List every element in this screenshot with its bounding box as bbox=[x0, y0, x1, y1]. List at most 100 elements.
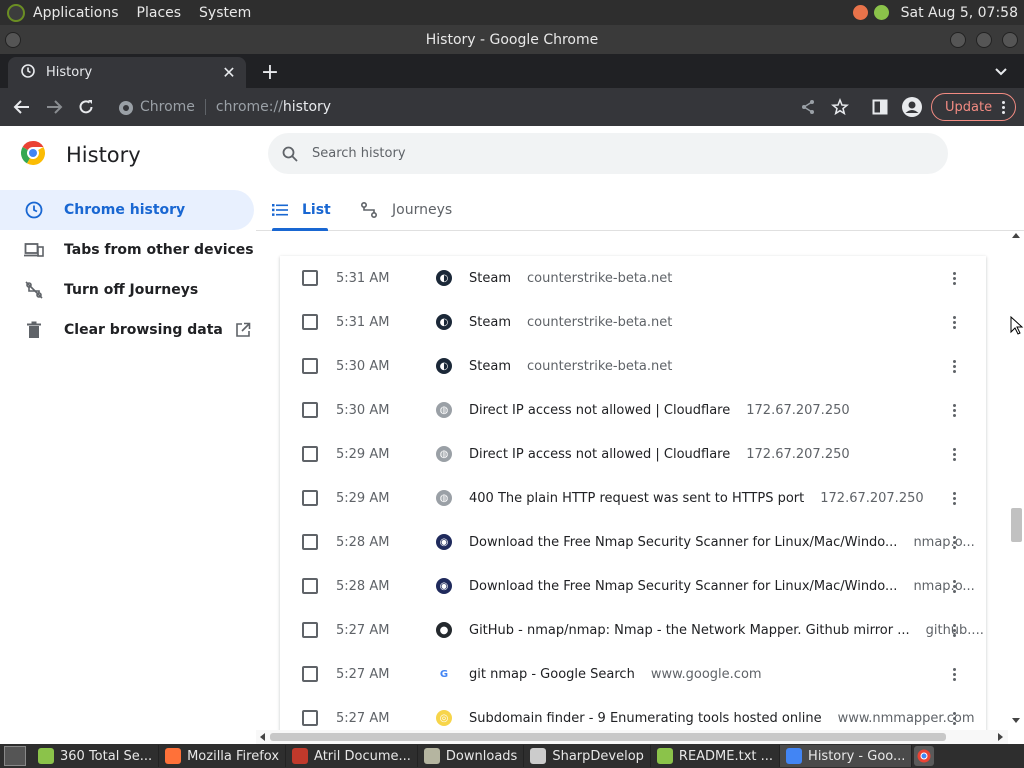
more-actions-icon[interactable] bbox=[944, 532, 964, 552]
more-actions-icon[interactable] bbox=[944, 708, 964, 728]
entry-title[interactable]: Subdomain finder - 9 Enumerating tools h… bbox=[469, 711, 822, 726]
chrome-tray-icon[interactable] bbox=[914, 746, 935, 766]
entry-title[interactable]: Steam bbox=[469, 315, 511, 330]
entry-checkbox[interactable] bbox=[302, 666, 318, 682]
entry-checkbox[interactable] bbox=[302, 622, 318, 638]
entry-checkbox[interactable] bbox=[302, 402, 318, 418]
more-actions-icon[interactable] bbox=[944, 488, 964, 508]
task-atril[interactable]: Atril Docume... bbox=[286, 745, 418, 767]
scroll-right-arrow-icon[interactable] bbox=[998, 733, 1003, 741]
more-actions-icon[interactable] bbox=[944, 268, 964, 288]
task-firefox[interactable]: Mozilla Firefox bbox=[159, 745, 287, 767]
task-360-total-security[interactable]: 360 Total Se... bbox=[32, 745, 160, 767]
entry-title-link[interactable]: Subdomain finder - 9 Enumerating tools h… bbox=[469, 711, 974, 726]
entry-title-link[interactable]: Download the Free Nmap Security Scanner … bbox=[469, 535, 975, 550]
history-entry-row[interactable]: 5:31 AM ◐ Steam counterstrike-beta.net bbox=[280, 300, 986, 344]
entry-checkbox[interactable] bbox=[302, 314, 318, 330]
update-button[interactable]: Update bbox=[931, 93, 1016, 121]
entry-title-link[interactable]: git nmap - Google Search www.google.com bbox=[469, 667, 762, 682]
back-arrow-icon[interactable] bbox=[10, 96, 34, 118]
entry-title-link[interactable]: Download the Free Nmap Security Scanner … bbox=[469, 579, 975, 594]
entry-title[interactable]: git nmap - Google Search bbox=[469, 667, 635, 682]
vertical-scrollbar[interactable] bbox=[1008, 231, 1024, 731]
entry-title-link[interactable]: Steam counterstrike-beta.net bbox=[469, 315, 672, 330]
entry-checkbox[interactable] bbox=[302, 490, 318, 506]
more-actions-icon[interactable] bbox=[944, 312, 964, 332]
entry-title[interactable]: Steam bbox=[469, 271, 511, 286]
window-titlebar[interactable]: History - Google Chrome bbox=[0, 25, 1024, 54]
clock[interactable]: Sat Aug 5, 07:58 bbox=[901, 5, 1018, 21]
history-entry-row[interactable]: 5:31 AM ◐ Steam counterstrike-beta.net bbox=[280, 256, 986, 300]
more-actions-icon[interactable] bbox=[944, 444, 964, 464]
browser-tab-history[interactable]: History ✕ bbox=[8, 57, 246, 88]
history-entry-row[interactable]: 5:30 AM ◍ Direct IP access not allowed | C… bbox=[280, 388, 986, 432]
tab-list[interactable]: List bbox=[272, 190, 331, 231]
more-actions-icon[interactable] bbox=[944, 620, 964, 640]
window-menu-button[interactable] bbox=[5, 32, 21, 48]
entry-checkbox[interactable] bbox=[302, 270, 318, 286]
history-entry-row[interactable]: 5:28 AM ◉ Download the Free Nmap Security … bbox=[280, 520, 986, 564]
entry-title-link[interactable]: Steam counterstrike-beta.net bbox=[469, 359, 672, 374]
search-history-field[interactable]: Search history bbox=[268, 133, 948, 174]
new-tab-icon[interactable]: + bbox=[258, 60, 282, 85]
forward-arrow-icon[interactable] bbox=[42, 96, 66, 118]
menu-system[interactable]: System bbox=[199, 5, 251, 21]
history-entry-row[interactable]: 5:29 AM ◍ Direct IP access not allowed | C… bbox=[280, 432, 986, 476]
more-actions-icon[interactable] bbox=[944, 576, 964, 596]
task-sharpdevelop[interactable]: SharpDevelop bbox=[524, 745, 651, 767]
minimize-button[interactable] bbox=[950, 32, 966, 48]
task-readme[interactable]: README.txt ... bbox=[651, 745, 781, 767]
side-panel-icon[interactable] bbox=[870, 97, 890, 117]
menu-places[interactable]: Places bbox=[137, 5, 182, 21]
search-input[interactable]: Search history bbox=[312, 146, 406, 161]
maximize-button[interactable] bbox=[976, 32, 992, 48]
more-actions-icon[interactable] bbox=[944, 400, 964, 420]
tray-security-icon[interactable] bbox=[873, 5, 889, 20]
entry-title[interactable]: Direct IP access not allowed | Cloudflar… bbox=[469, 447, 730, 462]
sidebar-item-clear-browsing-data[interactable]: Clear browsing data bbox=[0, 310, 256, 350]
tab-close-icon[interactable]: ✕ bbox=[220, 63, 238, 82]
url-text[interactable]: chrome://history bbox=[216, 99, 331, 115]
distro-logo-icon[interactable] bbox=[7, 3, 25, 22]
history-entry-row[interactable]: 5:27 AM ● GitHub - nmap/nmap: Nmap - the N… bbox=[280, 608, 986, 652]
scroll-down-arrow-icon[interactable] bbox=[1012, 718, 1020, 723]
tab-search-chevron-icon[interactable] bbox=[992, 62, 1010, 80]
entry-title-link[interactable]: Direct IP access not allowed | Cloudflar… bbox=[469, 403, 850, 418]
show-desktop-icon[interactable] bbox=[4, 746, 26, 766]
vertical-scroll-thumb[interactable] bbox=[1011, 508, 1022, 542]
entry-checkbox[interactable] bbox=[302, 578, 318, 594]
history-entry-row[interactable]: 5:29 AM ◍ 400 The plain HTTP request was s… bbox=[280, 476, 986, 520]
entry-checkbox[interactable] bbox=[302, 534, 318, 550]
entry-title[interactable]: Download the Free Nmap Security Scanner … bbox=[469, 579, 897, 594]
menu-applications[interactable]: Applications bbox=[33, 5, 119, 21]
close-window-button[interactable] bbox=[1002, 32, 1018, 48]
horizontal-scroll-thumb[interactable] bbox=[270, 733, 946, 741]
sidebar-item-chrome-history[interactable]: Chrome history bbox=[0, 190, 254, 230]
entry-checkbox[interactable] bbox=[302, 710, 318, 726]
entry-title[interactable]: 400 The plain HTTP request was sent to H… bbox=[469, 491, 804, 506]
chrome-site-icon[interactable] bbox=[118, 100, 134, 120]
sidebar-item-other-devices[interactable]: Tabs from other devices bbox=[0, 230, 256, 270]
entry-title[interactable]: Direct IP access not allowed | Cloudflar… bbox=[469, 403, 730, 418]
more-actions-icon[interactable] bbox=[944, 356, 964, 376]
entry-title[interactable]: Steam bbox=[469, 359, 511, 374]
entry-checkbox[interactable] bbox=[302, 358, 318, 374]
entry-title[interactable]: GitHub - nmap/nmap: Nmap - the Network M… bbox=[469, 623, 910, 638]
tab-journeys[interactable]: Journeys bbox=[360, 190, 452, 230]
bookmark-star-icon[interactable] bbox=[830, 97, 850, 117]
search-icon[interactable] bbox=[282, 146, 298, 162]
more-actions-icon[interactable] bbox=[944, 664, 964, 684]
share-icon[interactable] bbox=[798, 97, 818, 117]
scroll-up-arrow-icon[interactable] bbox=[1012, 233, 1020, 238]
history-entry-row[interactable]: 5:27 AM Ggit nmap - Google Search www.goog… bbox=[280, 652, 986, 696]
task-chrome-history[interactable]: History - Goo... bbox=[780, 745, 913, 767]
address-bar[interactable]: Chrome chrome://history bbox=[108, 92, 858, 122]
entry-title-link[interactable]: GitHub - nmap/nmap: Nmap - the Network M… bbox=[469, 623, 984, 638]
sidebar-item-turn-off-journeys[interactable]: Turn off Journeys bbox=[0, 270, 256, 310]
entry-title[interactable]: Download the Free Nmap Security Scanner … bbox=[469, 535, 897, 550]
entry-title-link[interactable]: Direct IP access not allowed | Cloudflar… bbox=[469, 447, 850, 462]
entry-title-link[interactable]: Steam counterstrike-beta.net bbox=[469, 271, 672, 286]
reload-icon[interactable] bbox=[74, 96, 98, 118]
history-entry-row[interactable]: 5:30 AM ◐ Steam counterstrike-beta.net bbox=[280, 344, 986, 388]
entry-checkbox[interactable] bbox=[302, 446, 318, 462]
